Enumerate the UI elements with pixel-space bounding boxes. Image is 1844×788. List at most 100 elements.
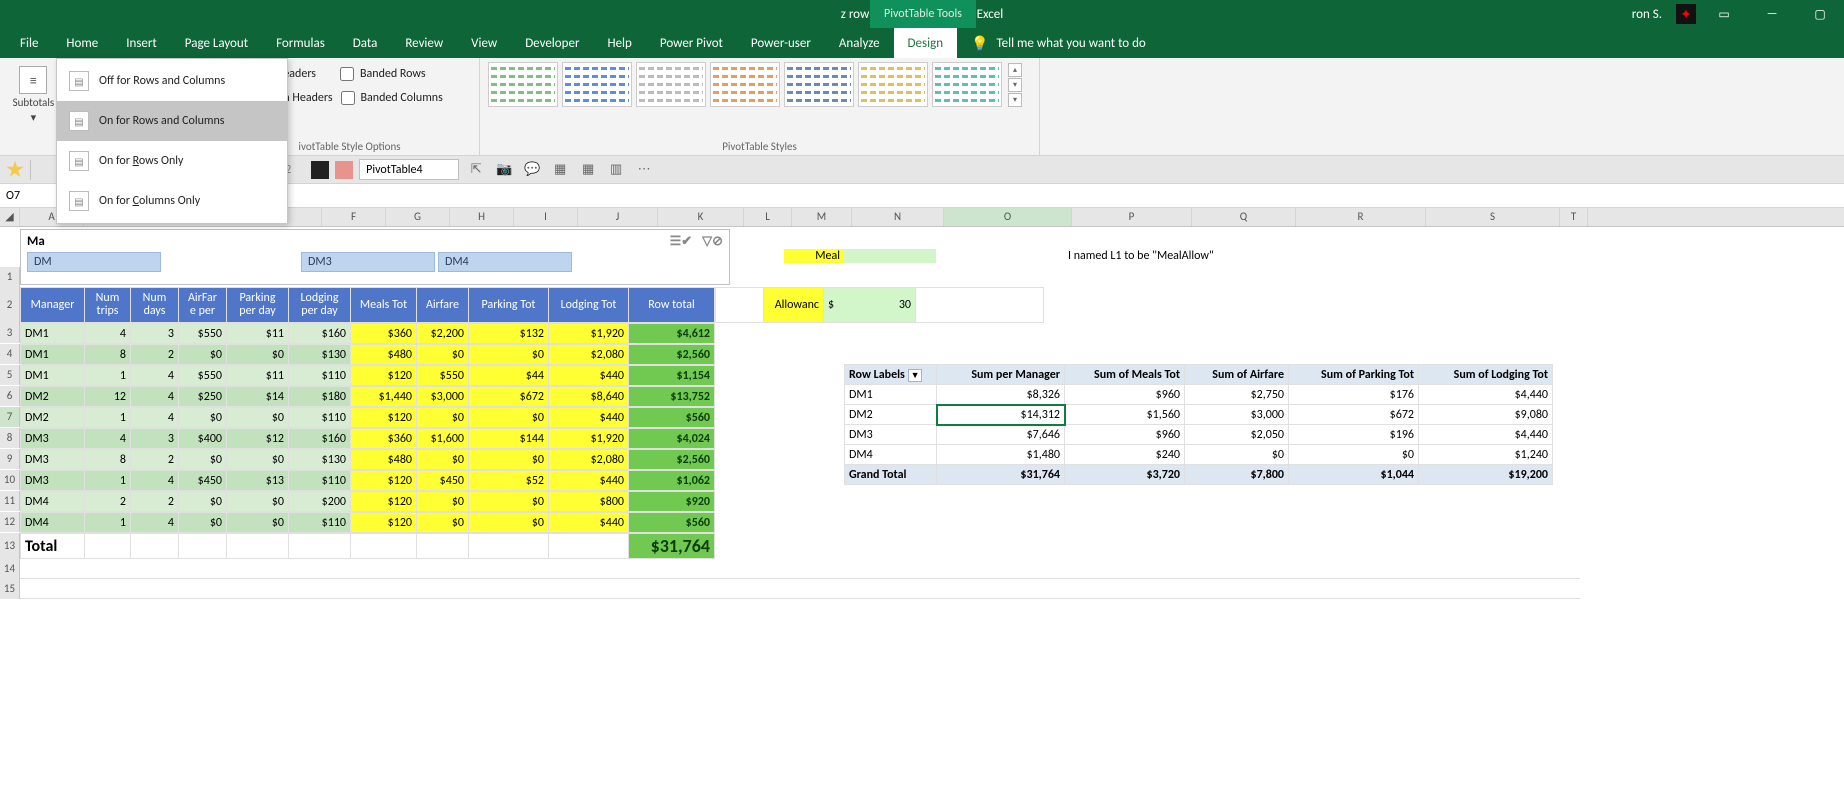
freeze-icon[interactable]: ▦ (549, 159, 571, 181)
cell[interactable]: DM2 (21, 408, 85, 428)
cell[interactable]: 2 (131, 450, 179, 470)
cell[interactable]: 8 (85, 345, 131, 365)
pivot-cell[interactable]: $672 (1289, 405, 1419, 425)
pivot-cell[interactable]: $176 (1289, 385, 1419, 405)
cell[interactable]: 1 (85, 513, 131, 533)
cell[interactable]: 1 (85, 408, 131, 428)
cell[interactable]: DM1 (21, 345, 85, 365)
style-thumb[interactable] (932, 62, 1002, 107)
tab-view[interactable]: View (457, 28, 511, 58)
col-header[interactable]: L (744, 208, 792, 226)
cell[interactable]: $0 (417, 450, 469, 470)
pivot-grand-air[interactable]: $7,800 (1185, 465, 1289, 485)
tab-formulas[interactable]: Formulas (262, 28, 339, 58)
cell[interactable]: $0 (179, 408, 227, 428)
cell[interactable]: $560 (629, 513, 715, 533)
cell[interactable]: $120 (351, 408, 417, 428)
cell[interactable]: DM3 (21, 450, 85, 470)
hdr-airfareper[interactable]: AirFar e per (179, 288, 227, 323)
tab-insert[interactable]: Insert (112, 28, 171, 58)
cell[interactable]: $1,440 (351, 387, 417, 407)
pivot-cell[interactable]: $196 (1289, 425, 1419, 445)
multi-select-icon[interactable]: ☰✔ (670, 234, 693, 249)
cell[interactable]: $0 (179, 450, 227, 470)
pivot-cell[interactable]: $8,326 (937, 385, 1065, 405)
pivot-cell[interactable]: $9,080 (1419, 405, 1553, 425)
cell[interactable]: $250 (179, 387, 227, 407)
pivot-grand-sm[interactable]: $31,764 (937, 465, 1065, 485)
pivot-cell[interactable]: $4,440 (1419, 385, 1553, 405)
tab-review[interactable]: Review (391, 28, 457, 58)
col-header[interactable]: N (852, 208, 944, 226)
cell[interactable]: 4 (131, 471, 179, 491)
cell[interactable]: $440 (549, 513, 629, 533)
cell[interactable]: $0 (227, 513, 289, 533)
pivot-hdr[interactable]: Sum per Manager (937, 365, 1065, 385)
cell[interactable]: $8,640 (549, 387, 629, 407)
cell[interactable]: $4,612 (629, 324, 715, 344)
cell[interactable]: DM1 (21, 366, 85, 386)
cell[interactable]: $120 (351, 471, 417, 491)
pivot-cell[interactable]: DM4 (845, 445, 937, 465)
pivot-cell[interactable]: DM2 (845, 405, 937, 425)
cell[interactable]: $2,200 (417, 324, 469, 344)
col-header[interactable]: M (792, 208, 852, 226)
cell[interactable]: 1 (85, 366, 131, 386)
style-thumb[interactable] (562, 62, 632, 107)
banded-rows-check[interactable]: Banded Rows (340, 65, 426, 83)
col-header[interactable]: F (322, 208, 386, 226)
style-thumb[interactable] (784, 62, 854, 107)
cell[interactable]: $0 (227, 450, 289, 470)
hdr-airfare[interactable]: Airfare (417, 288, 469, 323)
styles-more[interactable]: ▴▾▾ (1008, 63, 1022, 107)
cell-grand-total[interactable]: $31,764 (629, 534, 715, 559)
color-swatch-pink[interactable] (335, 161, 353, 179)
cell[interactable]: $480 (351, 450, 417, 470)
tab-file[interactable]: File (6, 28, 52, 58)
cell[interactable]: $440 (549, 366, 629, 386)
col-header[interactable]: H (450, 208, 514, 226)
cell[interactable]: $1,154 (629, 366, 715, 386)
cell[interactable]: $180 (289, 387, 351, 407)
pivot-rowlabels[interactable]: Row Labels ▼ (845, 365, 937, 385)
pivot-grand-label[interactable]: Grand Total (845, 465, 937, 485)
cell[interactable]: $0 (469, 513, 549, 533)
cell[interactable]: $3,000 (417, 387, 469, 407)
pivot-cell[interactable]: $3,000 (1185, 405, 1289, 425)
cell[interactable]: $0 (469, 492, 549, 512)
subtotals-button[interactable]: ≡Subtotals▾ (8, 62, 59, 139)
cell[interactable]: $11 (227, 366, 289, 386)
grand-totals-on-rows[interactable]: ▤On for Rows Only (57, 141, 287, 181)
col-header[interactable]: T (1560, 208, 1588, 226)
cell[interactable]: $550 (417, 366, 469, 386)
pivot-cell[interactable]: DM3 (845, 425, 937, 445)
cell[interactable]: DM2 (21, 387, 85, 407)
cell[interactable]: $11 (227, 324, 289, 344)
pivot-hdr[interactable]: Sum of Parking Tot (1289, 365, 1419, 385)
cell[interactable]: $480 (351, 345, 417, 365)
pivottable[interactable]: Row Labels ▼ Sum per Manager Sum of Meal… (844, 364, 1553, 485)
cell[interactable]: 8 (85, 450, 131, 470)
grand-totals-on-cols[interactable]: ▤On for Columns Only (57, 181, 287, 221)
tab-powerpivot[interactable]: Power Pivot (646, 28, 737, 58)
cell[interactable]: $0 (417, 345, 469, 365)
pivottable-styles-gallery[interactable]: ▴▾▾ (488, 62, 1031, 107)
cell[interactable]: $52 (469, 471, 549, 491)
qat-star-icon[interactable] (6, 161, 24, 179)
cell[interactable]: DM4 (21, 513, 85, 533)
hdr-parkingperday[interactable]: Parking per day (227, 288, 289, 323)
cell-meal-label1[interactable]: Meal (784, 249, 844, 263)
cell[interactable]: 4 (131, 366, 179, 386)
cell[interactable]: 4 (131, 513, 179, 533)
pivot-cell[interactable]: $960 (1065, 385, 1185, 405)
pivot-cell[interactable]: DM1 (845, 385, 937, 405)
slicer-button[interactable]: DM3 (301, 252, 435, 272)
cell[interactable]: $0 (179, 492, 227, 512)
cell[interactable]: $120 (351, 492, 417, 512)
col-header[interactable]: I (514, 208, 578, 226)
cell[interactable]: $160 (289, 429, 351, 449)
cell[interactable]: 2 (131, 492, 179, 512)
cell[interactable]: $200 (289, 492, 351, 512)
split-icon[interactable]: ▥ (605, 159, 627, 181)
hdr-lodgingtot[interactable]: Lodging Tot (549, 288, 629, 323)
